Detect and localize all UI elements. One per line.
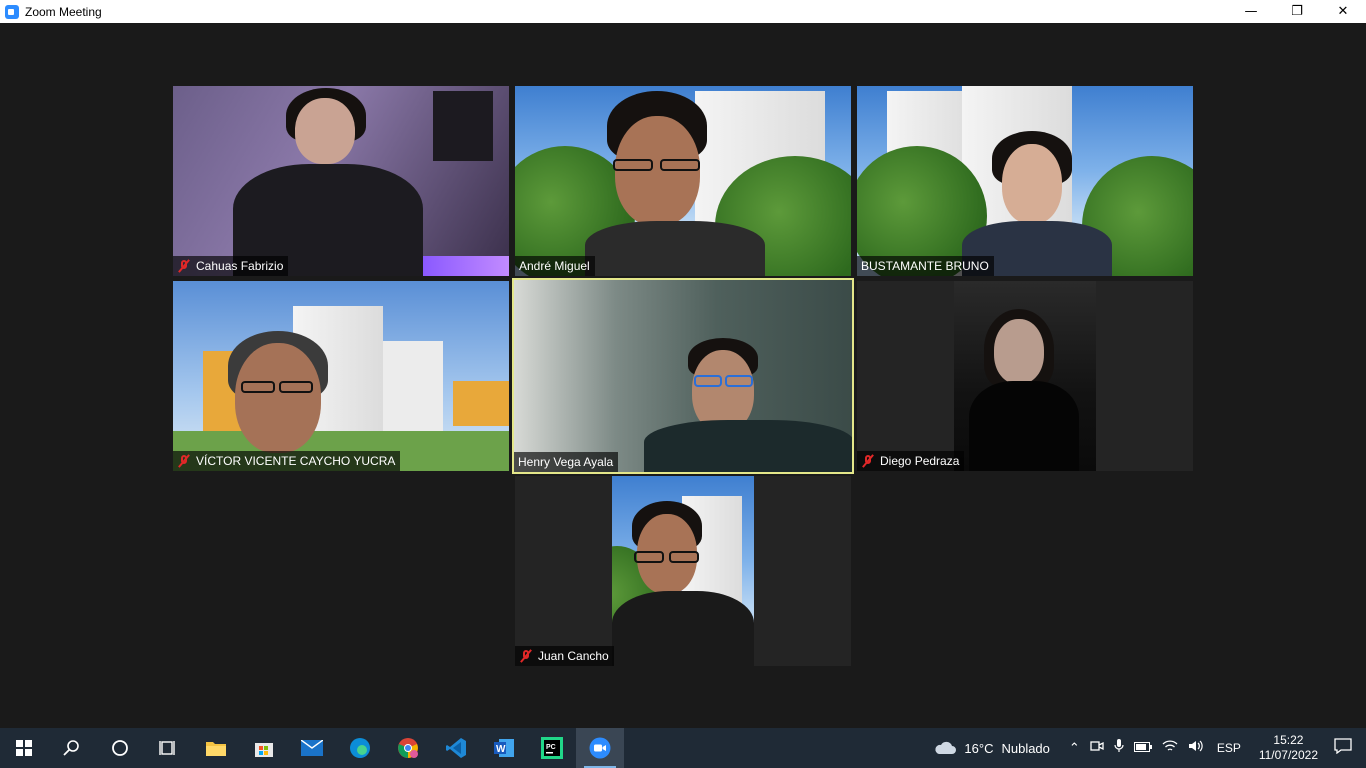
weather-description[interactable]: Nublado	[1001, 741, 1049, 756]
vscode-icon[interactable]	[432, 728, 480, 768]
zoom-app-icon	[5, 4, 19, 19]
mic-muted-icon	[519, 649, 533, 663]
participant-nameplate: VÍCTOR VICENTE CAYCHO YUCRA	[173, 451, 401, 471]
volume-icon[interactable]	[1188, 739, 1204, 757]
chrome-icon[interactable]	[384, 728, 432, 768]
participant-name: André Miguel	[519, 259, 590, 273]
cortana-icon[interactable]	[96, 728, 144, 768]
restore-button[interactable]: ❐	[1274, 0, 1320, 23]
zoom-icon[interactable]	[576, 728, 624, 768]
participant-video	[173, 281, 509, 471]
participant-tile[interactable]: VÍCTOR VICENTE CAYCHO YUCRA	[173, 281, 509, 471]
task-view-icon[interactable]	[144, 728, 192, 768]
clock-date: 11/07/2022	[1258, 748, 1318, 762]
taskbar: W PC 16°C Nublado ⌃ ESP 15:22 11/07/2022	[0, 728, 1366, 768]
mail-icon[interactable]	[288, 728, 336, 768]
weather-temperature[interactable]: 16°C	[964, 741, 993, 756]
clock[interactable]: 15:22 11/07/2022	[1259, 733, 1318, 763]
participant-video	[612, 476, 754, 666]
close-button[interactable]: ✕	[1320, 0, 1366, 23]
title-bar: Zoom Meeting — ❐ ✕	[0, 0, 1366, 23]
participant-nameplate: Juan Cancho	[515, 646, 614, 666]
participant-tile[interactable]: BUSTAMANTE BRUNO	[857, 86, 1193, 276]
participant-video	[514, 280, 852, 472]
participant-video	[857, 86, 1193, 276]
participant-nameplate: BUSTAMANTE BRUNO	[857, 256, 994, 276]
camera-icon[interactable]	[1090, 740, 1104, 756]
participant-name: VÍCTOR VICENTE CAYCHO YUCRA	[196, 454, 396, 468]
mic-muted-icon	[861, 454, 875, 468]
participant-video	[173, 86, 509, 276]
chevron-up-icon[interactable]: ⌃	[1069, 741, 1080, 756]
window-controls: — ❐ ✕	[1228, 0, 1366, 23]
participant-video	[515, 86, 851, 276]
participant-name: Henry Vega Ayala	[518, 455, 614, 469]
participant-name: BUSTAMANTE BRUNO	[861, 259, 989, 273]
mic-muted-icon	[177, 454, 191, 468]
participant-video	[954, 281, 1096, 471]
participant-nameplate: Diego Pedraza	[857, 451, 965, 471]
minimize-button[interactable]: —	[1228, 0, 1274, 23]
edge-icon[interactable]	[336, 728, 384, 768]
microsoft-store-icon[interactable]	[240, 728, 288, 768]
battery-icon[interactable]	[1133, 741, 1152, 756]
participant-nameplate: André Miguel	[515, 256, 595, 276]
wifi-icon[interactable]	[1162, 739, 1178, 757]
video-gallery: Cahuas Fabrizio André Miguel BUSTAMANTE …	[0, 23, 1366, 728]
participant-name: Juan Cancho	[538, 649, 609, 663]
participant-tile[interactable]: Cahuas Fabrizio	[173, 86, 509, 276]
search-icon[interactable]	[48, 728, 96, 768]
system-tray: 16°C Nublado ⌃ ESP 15:22 11/07/2022	[934, 728, 1366, 768]
microphone-icon[interactable]	[1114, 739, 1124, 757]
start-icon[interactable]	[0, 728, 48, 768]
notifications-icon[interactable]	[1334, 738, 1352, 758]
cloud-icon[interactable]	[934, 741, 957, 755]
clock-time: 15:22	[1273, 733, 1304, 747]
participant-nameplate: Henry Vega Ayala	[514, 452, 619, 472]
svg-text:W: W	[496, 744, 506, 755]
pycharm-icon[interactable]: PC	[528, 728, 576, 768]
svg-text:PC: PC	[546, 744, 556, 751]
participant-tile[interactable]: Juan Cancho	[515, 476, 851, 666]
participant-name: Diego Pedraza	[880, 454, 960, 468]
participant-tile-active-speaker[interactable]: Henry Vega Ayala	[512, 278, 854, 474]
word-icon[interactable]: W	[480, 728, 528, 768]
mic-muted-icon	[177, 259, 191, 273]
language-indicator[interactable]: ESP	[1217, 741, 1241, 755]
monitor-shape	[433, 91, 493, 161]
participant-tile[interactable]: André Miguel	[515, 86, 851, 276]
window-title: Zoom Meeting	[25, 4, 102, 19]
participant-nameplate: Cahuas Fabrizio	[173, 256, 289, 276]
participant-tile[interactable]: Diego Pedraza	[857, 281, 1193, 471]
participant-name: Cahuas Fabrizio	[196, 259, 284, 273]
file-explorer-icon[interactable]	[192, 728, 240, 768]
